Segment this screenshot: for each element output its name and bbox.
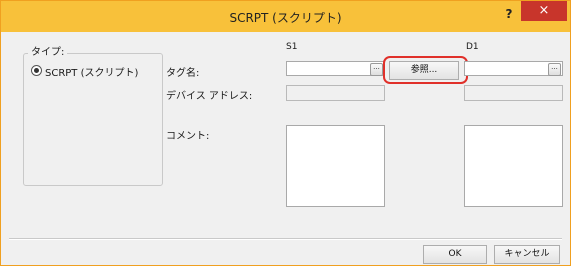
footer-divider (9, 238, 562, 240)
comment-label: コメント: (166, 131, 210, 142)
s1-comment-box (286, 125, 385, 207)
help-button[interactable]: ? (503, 7, 515, 21)
scrpt-radio-label[interactable]: SCRPT (スクリプト) (45, 64, 138, 79)
s1-browse-dots-button[interactable]: ... (370, 63, 383, 76)
dialog-window: SCRPT (スクリプト) ? × タイプ: SCRPT (スクリプト) S1 … (0, 0, 571, 266)
cancel-button[interactable]: キャンセル (494, 245, 560, 264)
window-title: SCRPT (スクリプト) (229, 11, 342, 25)
d1-column-header: D1 (466, 42, 479, 52)
scrpt-radio-button[interactable] (31, 65, 42, 76)
close-button[interactable]: × (521, 1, 567, 21)
s1-device-address-field (286, 85, 385, 101)
s1-column-header: S1 (286, 42, 298, 52)
type-group-label: タイプ: (28, 43, 68, 58)
tag-name-label: タグ名: (166, 68, 200, 79)
highlight-callout (383, 56, 468, 84)
d1-device-address-field (464, 85, 563, 101)
close-icon: × (538, 3, 550, 18)
d1-comment-box (464, 125, 563, 207)
d1-browse-dots-button[interactable]: ... (548, 63, 561, 76)
device-address-label: デバイス アドレス: (166, 91, 253, 102)
title-bar: SCRPT (スクリプト) ? × (1, 1, 570, 32)
ok-button[interactable]: OK (423, 245, 487, 264)
